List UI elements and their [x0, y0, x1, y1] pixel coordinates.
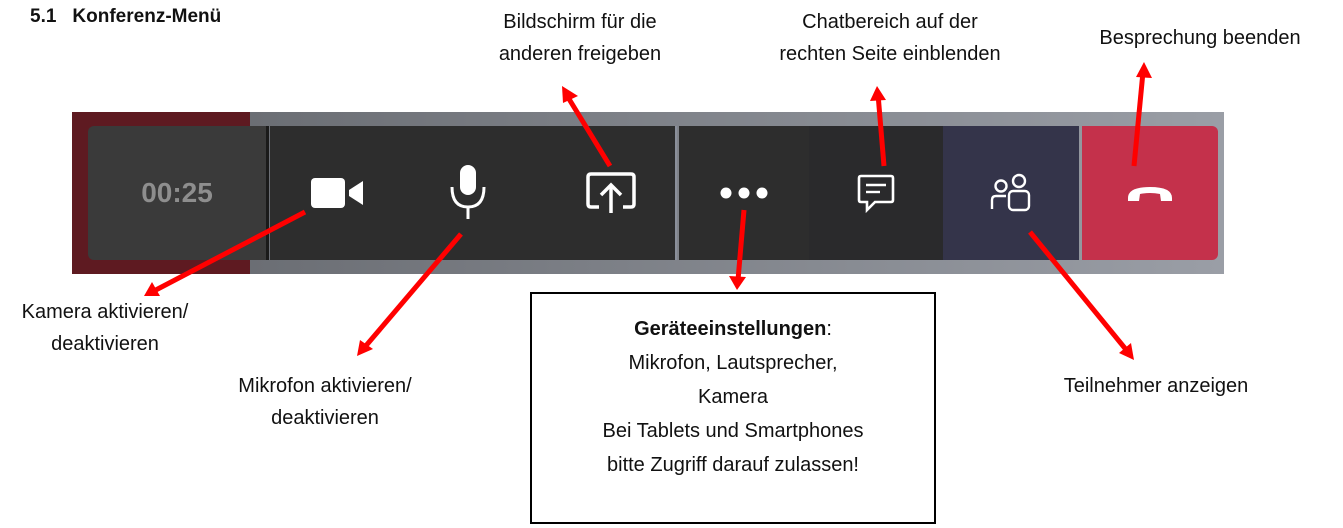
arrow-camera	[150, 209, 307, 295]
arrow-participants	[1028, 230, 1130, 354]
arrow-more-options	[735, 209, 747, 281]
arrow-chat-head	[870, 86, 886, 101]
arrow-end-call	[1131, 71, 1146, 167]
arrow-share-screen	[563, 92, 613, 168]
arrow-end-call-head	[1136, 62, 1152, 78]
annotation-arrows	[144, 62, 1152, 360]
arrow-microphone	[362, 232, 463, 350]
arrow-chat	[875, 93, 887, 167]
arrow-more-options-head	[729, 276, 746, 290]
